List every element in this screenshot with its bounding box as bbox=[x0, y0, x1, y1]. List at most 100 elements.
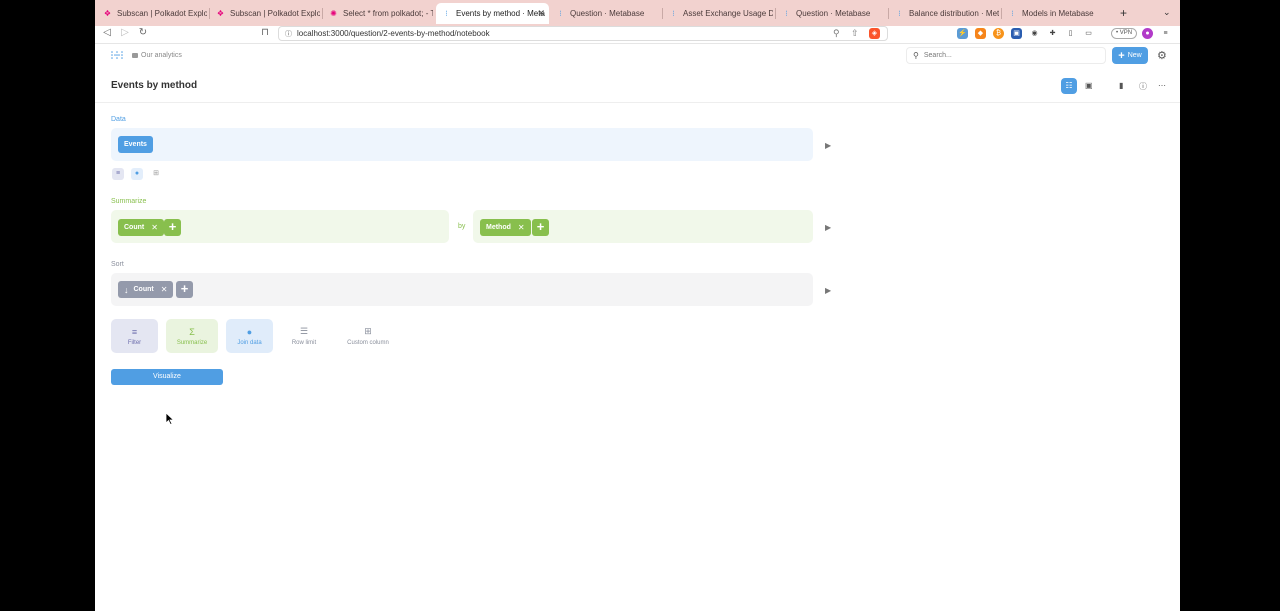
share-icon[interactable]: ⇧ bbox=[851, 28, 859, 39]
tab-title: Subscan | Polkadot Explorer bbox=[117, 9, 207, 18]
sort-step-label: Sort bbox=[111, 261, 124, 268]
action-label: Row limit bbox=[291, 340, 317, 346]
bookmark-icon[interactable]: ▮ bbox=[1119, 81, 1123, 90]
remove-icon[interactable]: ✕ bbox=[151, 223, 158, 232]
wallet-icon[interactable]: ▭ bbox=[1083, 28, 1094, 39]
browser-tab[interactable]: ❖ Subscan | Polkadot Explorer bbox=[97, 3, 207, 24]
sort-field-name: Count bbox=[133, 286, 154, 293]
extension-icon[interactable]: ▣ bbox=[1011, 28, 1022, 39]
metabase-icon: ⁝ bbox=[445, 9, 448, 18]
mouse-cursor-icon bbox=[166, 413, 174, 425]
more-options-icon[interactable]: ⋯ bbox=[1158, 81, 1166, 90]
tab-title: Question · Metabase bbox=[570, 9, 645, 18]
puzzle-icon[interactable]: ✚ bbox=[1047, 28, 1058, 39]
browser-tab[interactable]: ✺ Select * from polkadot; - Te bbox=[323, 3, 433, 24]
zoom-icon[interactable]: ⚲ bbox=[833, 28, 840, 39]
breadcrumb-collection: Our analytics bbox=[141, 52, 182, 59]
add-sort-button[interactable]: + bbox=[176, 281, 193, 298]
metabase-icon: ⁝ bbox=[559, 9, 562, 18]
notebook-toggle-icon[interactable]: ☷ bbox=[1061, 78, 1077, 94]
browser-tab[interactable]: ⁝ Models in Metabase bbox=[1002, 3, 1112, 24]
join-data-action-button[interactable]: ● Join data bbox=[226, 319, 273, 353]
forward-icon[interactable]: ▷ bbox=[118, 27, 132, 38]
extension-icon[interactable]: ◉ bbox=[1029, 28, 1040, 39]
polkadot-icon: ✺ bbox=[330, 9, 337, 18]
row-limit-action-button[interactable]: ☰ Row limit bbox=[281, 319, 327, 353]
source-table-pill[interactable]: Events bbox=[118, 136, 153, 153]
close-tab-icon[interactable]: ✕ bbox=[537, 8, 545, 19]
breakout-pill[interactable]: Method ✕ bbox=[480, 219, 531, 236]
data-step bbox=[111, 128, 813, 161]
add-metric-button[interactable]: + bbox=[164, 219, 181, 236]
summarize-action-button[interactable]: Σ Summarize bbox=[166, 319, 218, 353]
preview-summarize-icon[interactable]: ▶ bbox=[825, 223, 831, 232]
filter-icon: ≡ bbox=[131, 326, 138, 337]
join-icon[interactable]: ● bbox=[131, 168, 143, 180]
tab-title: Select * from polkadot; - Te bbox=[343, 9, 433, 18]
menu-icon[interactable]: ≡ bbox=[1160, 28, 1171, 39]
sigma-icon: Σ bbox=[189, 326, 195, 337]
browser-tab[interactable]: ⁝ Question · Metabase bbox=[776, 3, 886, 24]
page-info-icon[interactable]: ⓘ bbox=[285, 29, 292, 39]
reload-icon[interactable]: ↻ bbox=[136, 27, 150, 38]
browser-tab[interactable]: ⁝ Question · Metabase bbox=[550, 3, 660, 24]
metric-pill[interactable]: Count ✕ bbox=[118, 219, 164, 236]
profile-icon[interactable]: ● bbox=[1142, 28, 1153, 39]
bookmark-icon[interactable]: ⊓ bbox=[258, 27, 272, 38]
chevron-down-icon[interactable]: ⌄ bbox=[1163, 7, 1171, 18]
action-label: Custom column bbox=[347, 340, 389, 346]
preview-sort-icon[interactable]: ▶ bbox=[825, 286, 831, 295]
search-input[interactable]: ⚲ Search... bbox=[906, 47, 1106, 64]
extension-icon[interactable]: ₿ bbox=[993, 28, 1004, 39]
metabase-icon: ⁝ bbox=[898, 9, 901, 18]
source-table-name: Events bbox=[124, 141, 147, 148]
subscan-icon: ❖ bbox=[103, 9, 112, 18]
preview-data-icon[interactable]: ▶ bbox=[825, 141, 831, 150]
vpn-button[interactable]: • VPN bbox=[1111, 28, 1138, 39]
tab-title: Subscan | Polkadot Explorer bbox=[230, 9, 320, 18]
new-button[interactable]: + New bbox=[1112, 47, 1148, 64]
gear-icon[interactable]: ⚙ bbox=[1157, 49, 1167, 62]
browser-tab[interactable]: ❖ Subscan | Polkadot Explorer bbox=[210, 3, 320, 24]
question-title[interactable]: Events by method bbox=[111, 80, 197, 91]
browser-tab[interactable]: ⁝ Asset Exchange Usage Distr bbox=[663, 3, 773, 24]
remove-icon[interactable]: ✕ bbox=[161, 285, 168, 294]
brave-shields-icon[interactable]: ◈ bbox=[869, 28, 880, 39]
visualization-toggle-icon[interactable]: ▣ bbox=[1085, 81, 1093, 90]
arrow-down-icon: ↓ bbox=[124, 284, 129, 295]
tab-title: Models in Metabase bbox=[1022, 9, 1094, 18]
back-icon[interactable]: ◁ bbox=[100, 27, 114, 38]
add-breakout-button[interactable]: + bbox=[532, 219, 549, 236]
new-button-label: New bbox=[1127, 52, 1142, 59]
sort-step bbox=[111, 273, 813, 306]
browser-tab-active[interactable]: ⁝ Events by method · Meta ✕ bbox=[436, 3, 549, 24]
remove-icon[interactable]: ✕ bbox=[518, 223, 525, 232]
custom-column-icon[interactable]: ⊞ bbox=[150, 168, 162, 180]
metabase-icon: ⁝ bbox=[1011, 9, 1014, 18]
sidebar-icon[interactable]: ▯ bbox=[1065, 28, 1076, 39]
app-header: Our analytics ⚲ Search... + New ⚙ bbox=[95, 45, 1180, 67]
custom-column-icon: ⊞ bbox=[364, 326, 372, 336]
metabase-icon: ⁝ bbox=[672, 9, 675, 18]
filter-action-button[interactable]: ≡ Filter bbox=[111, 319, 158, 353]
search-placeholder: Search... bbox=[923, 52, 952, 59]
tab-title: Balance distribution · Meta bbox=[909, 9, 999, 18]
question-header: Events by method ☷ ▣ ▮ ⓘ ⋯ bbox=[95, 72, 1180, 103]
extension-icon[interactable]: ⚡ bbox=[957, 28, 968, 39]
browser-tab[interactable]: ⁝ Balance distribution · Meta bbox=[889, 3, 999, 24]
metamask-icon[interactable]: ◆ bbox=[975, 28, 986, 39]
info-icon[interactable]: ⓘ bbox=[1139, 81, 1147, 92]
plus-icon: + bbox=[1118, 49, 1125, 62]
navigation-bar: ◁ ▷ ↻ ⊓ ⓘ localhost:3000/question/2-even… bbox=[95, 26, 1180, 44]
visualize-button[interactable]: Visualize bbox=[111, 369, 223, 385]
address-bar[interactable]: ⓘ localhost:3000/question/2-events-by-me… bbox=[278, 26, 888, 41]
filter-icon[interactable]: ≡ bbox=[112, 168, 124, 180]
new-tab-icon[interactable]: + bbox=[1120, 6, 1127, 20]
breadcrumb[interactable]: Our analytics bbox=[132, 52, 182, 59]
tab-title: Events by method · Meta bbox=[456, 9, 545, 18]
custom-column-action-button[interactable]: ⊞ Custom column bbox=[335, 319, 401, 353]
action-label: Summarize bbox=[176, 339, 208, 346]
metabase-logo-icon[interactable] bbox=[111, 51, 123, 61]
sort-pill[interactable]: ↓ Count ✕ bbox=[118, 281, 174, 298]
data-step-label: Data bbox=[111, 116, 126, 123]
